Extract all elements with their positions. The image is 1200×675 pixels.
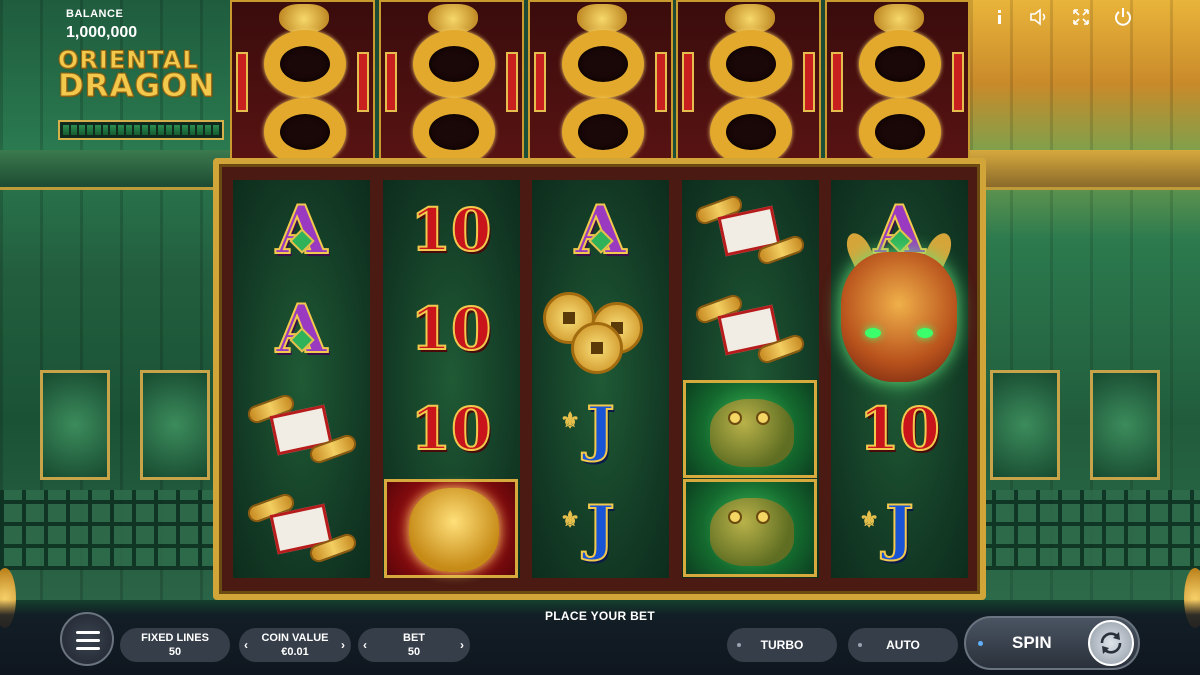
reel-cell: 10 — [383, 280, 520, 380]
symbol-j: J ⚜ — [560, 393, 615, 465]
lattice-right — [970, 490, 1200, 570]
fullscreen-icon[interactable] — [1070, 6, 1092, 28]
fleur-de-lis-icon: ⚜ — [859, 507, 880, 534]
reel-2: 10 10 10 — [382, 180, 520, 579]
reel-cell — [682, 479, 819, 579]
spin-button[interactable] — [1088, 620, 1134, 666]
golden-lion-symbol-icon — [384, 478, 518, 578]
temple-door-right-2 — [1090, 370, 1160, 480]
symbol-10: 10 — [410, 394, 493, 464]
coin-value-decrease-button[interactable]: ‹ — [244, 638, 248, 652]
turbo-button[interactable]: TURBO — [727, 628, 837, 662]
reel-cell: J ⚜ — [831, 479, 968, 579]
dragon-eight-header — [230, 0, 970, 172]
scroll-symbol-icon — [691, 292, 809, 366]
reel-cell — [233, 379, 370, 479]
reel-cell: J ⚜ — [532, 379, 669, 479]
fixed-lines-display: FIXED LINES 50 — [120, 628, 230, 662]
power-icon[interactable] — [1112, 6, 1134, 28]
coin-value-label: COIN VALUE — [261, 632, 329, 644]
dragon-wild-symbol-icon — [827, 222, 971, 422]
refresh-icon — [1100, 632, 1122, 654]
scroll-symbol-icon — [691, 193, 809, 267]
temple-door-right — [990, 370, 1060, 480]
fixed-lines-label: FIXED LINES — [141, 632, 209, 644]
reel-cell — [383, 478, 520, 579]
sound-icon[interactable] — [1028, 6, 1050, 28]
reel-cell — [682, 180, 819, 280]
symbol-a: A — [574, 190, 627, 270]
reel-cell: J ⚜ — [532, 479, 669, 579]
reel-cell — [532, 280, 669, 380]
reel-cell: 10 — [383, 379, 520, 479]
bet-increase-button[interactable]: › — [460, 638, 464, 652]
spin-control[interactable]: SPIN — [964, 616, 1140, 670]
game-logo-line2: DRAGON — [57, 68, 216, 105]
reel-cell — [682, 280, 819, 380]
symbol-a: A — [275, 289, 328, 369]
menu-button[interactable] — [60, 612, 114, 666]
coin-value-increase-button[interactable]: › — [341, 638, 345, 652]
reel-cell: 10 — [383, 180, 520, 280]
symbol-j: J ⚜ — [560, 492, 615, 564]
auto-button[interactable]: AUTO — [848, 628, 958, 662]
bet-decrease-button[interactable]: ‹ — [363, 638, 367, 652]
jade-gem-icon — [587, 228, 614, 254]
money-toad-symbol-icon — [683, 479, 817, 578]
roof-left — [0, 150, 230, 190]
reel-cell: A — [233, 180, 370, 280]
reels-grid: AA101010AJ⚜J⚜A10J⚜ — [233, 180, 968, 578]
reel-1: AA — [233, 180, 370, 578]
reel-cell: A — [532, 180, 669, 280]
symbol-10: 10 — [410, 195, 493, 265]
reel-cell — [233, 479, 370, 579]
balance-label: BALANCE — [66, 8, 124, 20]
temple-door-left — [40, 370, 110, 480]
money-toad-symbol-icon — [683, 379, 817, 478]
fleur-de-lis-icon: ⚜ — [560, 407, 581, 434]
coin-value-control: COIN VALUE €0.01 — [239, 628, 351, 662]
fleur-de-lis-icon: ⚜ — [560, 507, 581, 534]
roof-right — [970, 150, 1200, 190]
dragon-eight-3 — [527, 0, 673, 172]
dragon-eight-5 — [825, 0, 970, 172]
bet-control: BET 50 — [358, 628, 470, 662]
bet-value: 50 — [407, 646, 421, 658]
coin-value-value: €0.01 — [281, 646, 309, 658]
fixed-lines-value: 50 — [168, 646, 182, 658]
temple-door-left-2 — [140, 370, 210, 480]
reel-4 — [681, 180, 819, 579]
info-icon[interactable] — [988, 6, 1010, 28]
jade-gem-icon — [288, 228, 315, 254]
symbol-a: A — [275, 190, 328, 270]
dragon-eight-2 — [378, 0, 524, 172]
auto-label: AUTO — [886, 638, 920, 652]
scroll-symbol-icon — [243, 392, 361, 466]
reel-cell — [682, 379, 819, 479]
jade-gem-icon — [288, 327, 315, 353]
lattice-left — [0, 490, 230, 570]
dragon-eight-4 — [676, 0, 822, 172]
reel-cell: A — [233, 280, 370, 380]
scroll-symbol-icon — [243, 491, 361, 565]
reel-cell — [831, 228, 968, 382]
turbo-label: TURBO — [760, 638, 804, 652]
dragon-eight-1 — [230, 0, 375, 172]
symbol-j: J ⚜ — [859, 492, 914, 564]
gold-coins-symbol-icon — [541, 284, 661, 375]
reel-5: A10J⚜ — [831, 180, 968, 578]
feature-progress-bar — [58, 120, 224, 140]
spin-label: SPIN — [1012, 633, 1052, 652]
balance-value: 1,000,000 — [66, 24, 138, 41]
reel-3: A J⚜ J⚜ — [532, 180, 669, 578]
symbol-10: 10 — [410, 294, 493, 364]
bet-label: BET — [403, 632, 425, 644]
